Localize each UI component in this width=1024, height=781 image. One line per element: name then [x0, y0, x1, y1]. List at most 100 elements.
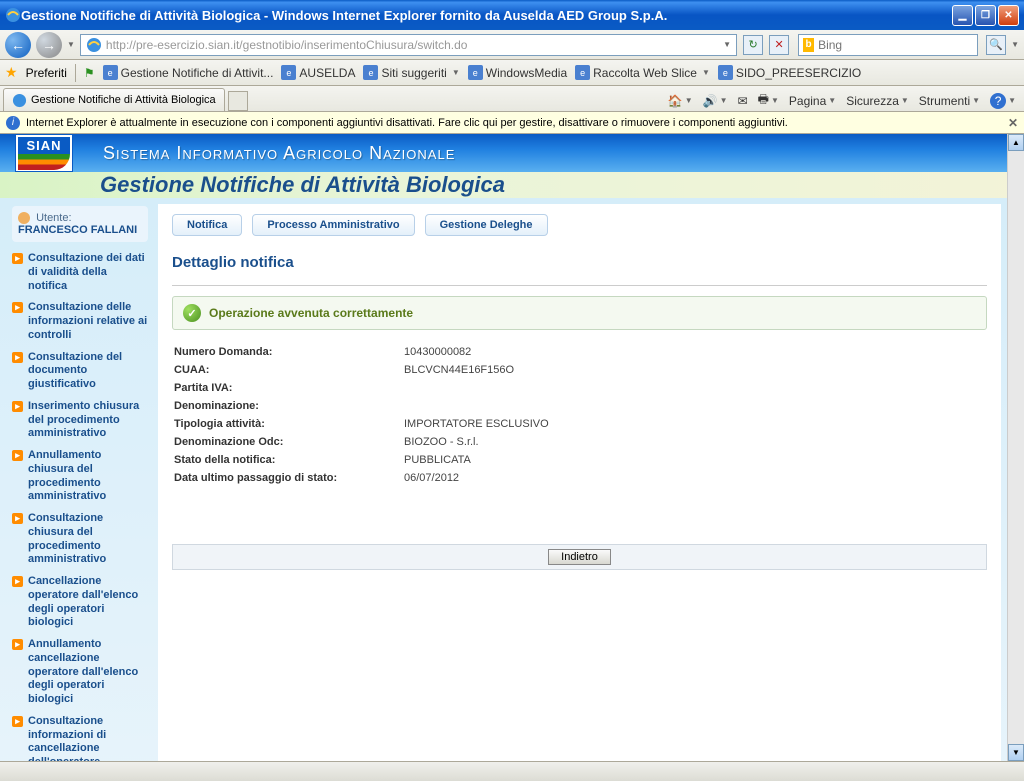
bullet-icon: ▸	[12, 716, 23, 727]
user-label: Utente:	[36, 212, 71, 224]
favorites-label[interactable]: Preferiti	[26, 66, 67, 80]
button-bar: Indietro	[172, 544, 987, 570]
scroll-down[interactable]: ▼	[1008, 744, 1024, 761]
page-icon	[12, 93, 27, 108]
page-menu[interactable]: Pagina▼	[789, 94, 836, 108]
window-title: Gestione Notifiche di Attività Biologica…	[21, 8, 952, 23]
stop-button[interactable]: ✕	[769, 35, 789, 55]
safety-menu[interactable]: Sicurezza▼	[846, 94, 909, 108]
sidebar-item-6[interactable]: ▸Cancellazione operatore dall'elenco deg…	[12, 575, 148, 630]
app-banner: Gestione Notifiche di Attività Biologica	[0, 172, 1024, 198]
detail-label: Tipologia attività:	[174, 418, 404, 430]
sidebar: Utente: FRANCESCO FALLANI ▸Consultazione…	[0, 198, 154, 761]
information-bar[interactable]: i Internet Explorer è attualmente in ese…	[0, 112, 1024, 134]
sidebar-item-3[interactable]: ▸Inserimento chiusura del procedimento a…	[12, 400, 148, 441]
infobar-close[interactable]: ✕	[1008, 116, 1018, 130]
detail-label: Data ultimo passaggio di stato:	[174, 472, 404, 484]
fav-item-5[interactable]: eSIDO_PREESERCIZIO	[718, 65, 861, 80]
page-title: Dettaglio notifica	[172, 254, 987, 271]
home-button[interactable]: 🏠▼	[668, 94, 693, 108]
command-bar: 🏠▼ 🔊▼ ✉ 🖶▼ Pagina▼ Sicurezza▼ Strumenti▼…	[668, 90, 1024, 111]
fav-item-0[interactable]: eGestione Notifiche di Attivit...	[103, 65, 274, 80]
search-button[interactable]: 🔍	[986, 35, 1006, 55]
page-icon: e	[281, 65, 296, 80]
success-text: Operazione avvenuta correttamente	[209, 306, 413, 320]
search-box[interactable]: b	[798, 34, 978, 56]
address-bar[interactable]: http://pre-esercizio.sian.it/gestnotibio…	[80, 34, 737, 56]
sidebar-item-label: Annullamento chiusura del procedimento a…	[28, 449, 148, 504]
info-icon: i	[6, 116, 20, 130]
bullet-icon: ▸	[12, 253, 23, 264]
back-button[interactable]: Indietro	[548, 549, 611, 565]
scroll-up[interactable]: ▲	[1008, 134, 1024, 151]
maximize-button[interactable]: ❐	[975, 5, 996, 26]
check-icon: ✓	[183, 304, 201, 322]
sidebar-item-label: Consultazione delle informazioni relativ…	[28, 301, 148, 342]
sidebar-item-8[interactable]: ▸Consultazione informazioni di cancellaz…	[12, 715, 148, 761]
url-dropdown[interactable]: ▼	[723, 40, 731, 49]
page-icon: e	[363, 65, 378, 80]
detail-value: IMPORTATORE ESCLUSIVO	[404, 418, 549, 430]
detail-label: Partita IVA:	[174, 382, 404, 394]
detail-list: Numero Domanda:10430000082CUAA:BLCVCN44E…	[174, 346, 987, 484]
url-text: http://pre-esercizio.sian.it/gestnotibio…	[106, 38, 719, 52]
page-content: SIAN Sistema Informativo Agricolo Nazion…	[0, 134, 1024, 761]
page-icon: e	[468, 65, 483, 80]
page-icon: e	[103, 65, 118, 80]
tab-title: Gestione Notifiche di Attività Biologica	[31, 94, 216, 106]
fav-addons[interactable]: ⚑	[84, 66, 95, 80]
search-dropdown[interactable]: ▼	[1011, 40, 1019, 49]
browser-tab[interactable]: Gestione Notifiche di Attività Biologica	[3, 88, 225, 111]
divider	[172, 285, 987, 286]
detail-row: CUAA:BLCVCN44E16F156O	[174, 364, 987, 376]
fav-item-1[interactable]: eAUSELDA	[281, 65, 355, 80]
ie-icon	[5, 7, 21, 23]
print-button[interactable]: 🖶▼	[758, 90, 779, 111]
bullet-icon: ▸	[12, 576, 23, 587]
detail-row: Data ultimo passaggio di stato:06/07/201…	[174, 472, 987, 484]
scrollbar[interactable]: ▲ ▼	[1007, 134, 1024, 761]
site-banner: SIAN Sistema Informativo Agricolo Nazion…	[0, 134, 1024, 172]
fav-item-2[interactable]: eSiti suggeriti▼	[363, 65, 459, 80]
tab-deleghe[interactable]: Gestione Deleghe	[425, 214, 548, 236]
back-button[interactable]: ←	[5, 32, 31, 58]
refresh-button[interactable]: ↻	[743, 35, 763, 55]
sidebar-item-2[interactable]: ▸Consultazione del documento giustificat…	[12, 351, 148, 392]
minimize-button[interactable]: ▁	[952, 5, 973, 26]
forward-button[interactable]: →	[36, 32, 62, 58]
sidebar-item-0[interactable]: ▸ Consultazione dei dati di validità dell…	[12, 252, 148, 293]
favorites-bar: ★ Preferiti ⚑ eGestione Notifiche di Att…	[0, 60, 1024, 86]
sidebar-item-5[interactable]: ▸Consultazione chiusura del procedimento…	[12, 512, 148, 567]
sidebar-item-1[interactable]: ▸ Consultazione delle informazioni relati…	[12, 301, 148, 342]
detail-row: Tipologia attività:IMPORTATORE ESCLUSIVO	[174, 418, 987, 430]
bullet-icon: ▸	[12, 302, 23, 313]
detail-label: CUAA:	[174, 364, 404, 376]
fav-item-3[interactable]: eWindowsMedia	[468, 65, 567, 80]
history-dropdown[interactable]: ▼	[67, 40, 75, 49]
sidebar-item-label: Consultazione del documento giustificati…	[28, 351, 148, 392]
tab-processo[interactable]: Processo Amministrativo	[252, 214, 414, 236]
bullet-icon: ▸	[12, 401, 23, 412]
navigation-bar: ← → ▼ http://pre-esercizio.sian.it/gestn…	[0, 30, 1024, 60]
page-icon	[86, 37, 102, 53]
fav-item-4[interactable]: eRaccolta Web Slice▼	[575, 65, 710, 80]
detail-row: Stato della notifica:PUBBLICATA	[174, 454, 987, 466]
new-tab-button[interactable]	[228, 91, 248, 111]
tools-menu[interactable]: Strumenti▼	[919, 94, 980, 108]
help-button[interactable]: ?▼	[990, 93, 1016, 109]
sidebar-item-label: Consultazione dei dati di validità della…	[28, 252, 148, 293]
tab-notifica[interactable]: Notifica	[172, 214, 242, 236]
detail-row: Denominazione Odc:BIOZOO - S.r.l.	[174, 436, 987, 448]
user-icon	[18, 212, 30, 224]
sidebar-item-7[interactable]: ▸Annullamento cancellazione operatore da…	[12, 638, 148, 707]
user-info: Utente: FRANCESCO FALLANI	[12, 206, 148, 242]
main-content: Notifica Processo Amministrativo Gestion…	[158, 204, 1001, 761]
detail-label: Denominazione Odc:	[174, 436, 404, 448]
feeds-button[interactable]: 🔊▼	[703, 94, 728, 108]
bullet-icon: ▸	[12, 513, 23, 524]
close-button[interactable]: ✕	[998, 5, 1019, 26]
mail-button[interactable]: ✉	[738, 94, 748, 108]
search-input[interactable]	[818, 38, 973, 52]
favorites-icon[interactable]: ★	[5, 64, 18, 81]
sidebar-item-4[interactable]: ▸Annullamento chiusura del procedimento …	[12, 449, 148, 504]
